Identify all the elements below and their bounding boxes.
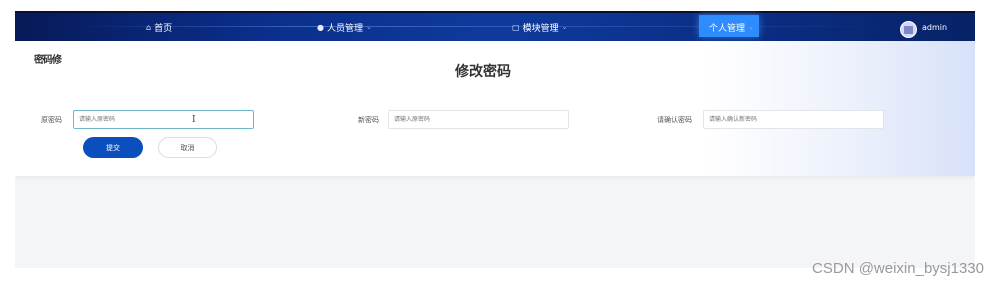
breadcrumb: 密码修 — [34, 55, 62, 66]
new-password-input[interactable] — [388, 110, 569, 129]
avatar[interactable] — [900, 21, 917, 38]
avatar-image-icon — [904, 25, 913, 34]
new-password-label: 新密码 — [358, 116, 379, 124]
confirm-password-input[interactable] — [703, 110, 884, 129]
password-form-panel: 密码修 修改密码 原密码 I 新密码 请确认密码 提交 取消 — [15, 41, 975, 176]
nav-item-personnel-label: 人员管理 — [326, 23, 363, 34]
watermark: CSDN @weixin_bysj1330 — [812, 260, 984, 277]
chevron-down-icon: ⌄ — [366, 23, 372, 31]
chevron-down-icon: ⌄ — [561, 23, 568, 31]
cancel-button[interactable]: 取消 — [158, 137, 217, 158]
app-frame: ⌂ 首页 ● 人员管理 ⌄ ▢ 模块管理 ⌄ 个人管理 ⌄ admin 密码修 … — [15, 11, 975, 268]
nav-item-personal-label: 个人管理 — [709, 23, 746, 34]
chevron-down-icon: ⌄ — [748, 23, 754, 31]
nav-item-modules[interactable]: ▢ 模块管理 ⌄ — [512, 13, 567, 41]
page-title: 修改密码 — [455, 64, 511, 80]
old-password-label: 原密码 — [41, 116, 62, 124]
nav-item-modules-label: 模块管理 — [522, 23, 559, 34]
text-cursor-icon: I — [192, 115, 196, 125]
module-icon: ▢ — [512, 22, 520, 32]
nav-item-home[interactable]: ⌂ 首页 — [146, 13, 172, 41]
nav-item-home-label: 首页 — [154, 23, 173, 34]
top-navbar: ⌂ 首页 ● 人员管理 ⌄ ▢ 模块管理 ⌄ 个人管理 ⌄ admin — [15, 13, 975, 41]
nav-item-personnel[interactable]: ● 人员管理 ⌄ — [317, 13, 372, 41]
confirm-password-label: 请确认密码 — [657, 116, 692, 124]
old-password-input[interactable] — [73, 110, 254, 129]
username-label[interactable]: admin — [922, 13, 947, 41]
home-icon: ⌂ — [146, 22, 152, 32]
nav-item-personal[interactable]: 个人管理 ⌄ — [709, 13, 754, 41]
submit-button[interactable]: 提交 — [83, 137, 143, 158]
user-icon: ● — [317, 22, 324, 32]
